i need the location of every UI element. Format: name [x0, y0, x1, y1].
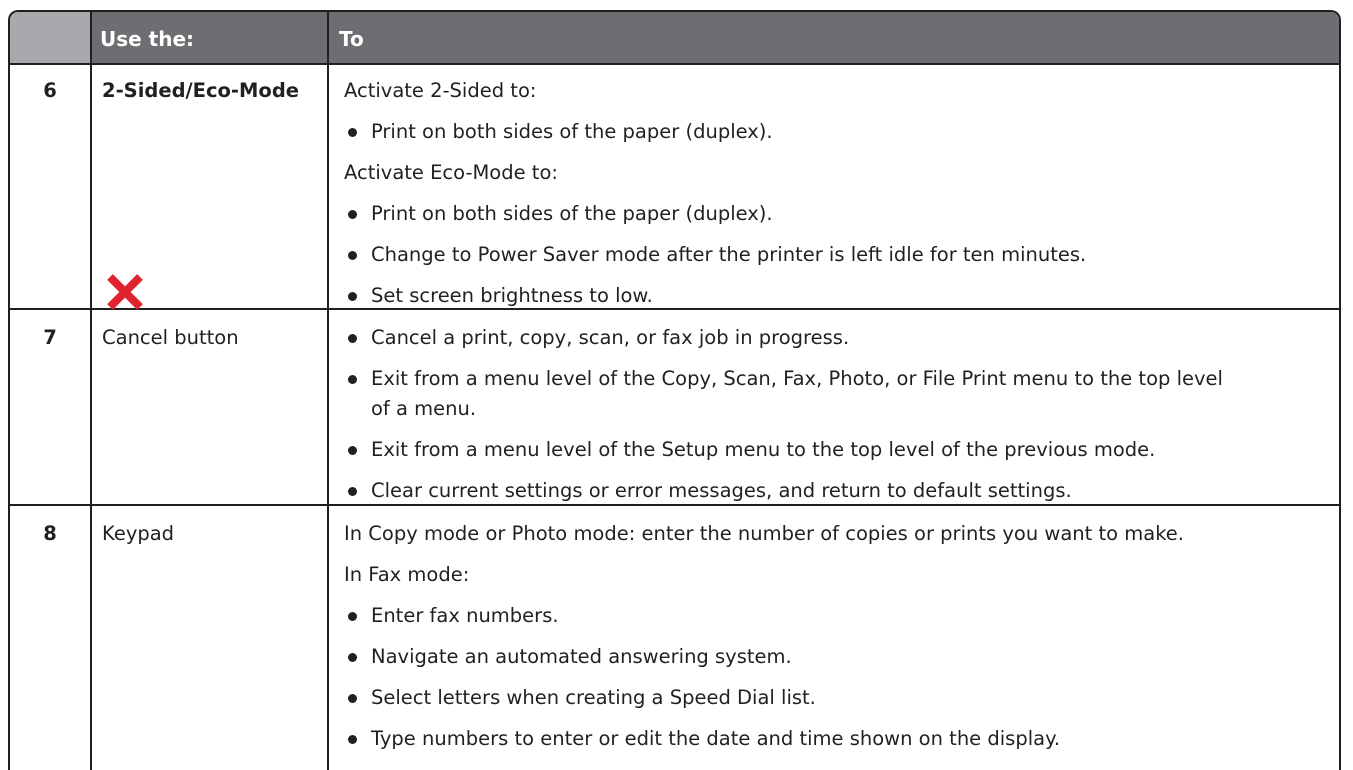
bullet-icon — [348, 375, 357, 384]
row-number-6: 6 — [43, 79, 57, 102]
cancel-x-icon — [107, 274, 143, 310]
row-text: Activate 2-Sided to: — [344, 79, 537, 102]
header-cell-use-the: Use the: — [100, 27, 195, 51]
header-cell-number — [10, 12, 90, 63]
bullet-icon — [348, 735, 357, 744]
bullet-icon — [348, 292, 357, 301]
row-number-8: 8 — [43, 522, 57, 545]
row-label-keypad: Keypad — [102, 522, 175, 545]
row-label-cancel-button: Cancel button — [102, 326, 239, 349]
bullet-icon — [348, 334, 357, 343]
row-divider — [10, 504, 1339, 506]
row-text: Activate Eco-Mode to: — [344, 161, 558, 184]
row-label-2-sided-eco-mode: 2-Sided/Eco-Mode — [102, 79, 300, 102]
row-text: In Fax mode: — [344, 563, 470, 586]
bullet-icon — [348, 446, 357, 455]
bullet-icon — [348, 694, 357, 703]
bullet-icon — [348, 128, 357, 137]
bullet-icon — [348, 487, 357, 496]
header-cell-to: To — [339, 27, 364, 51]
row-divider — [10, 308, 1339, 310]
row-text: In Copy mode or Photo mode: enter the nu… — [344, 522, 1184, 545]
bullet-icon — [348, 210, 357, 219]
column-divider — [90, 12, 92, 770]
column-divider — [327, 12, 329, 770]
row-number-7: 7 — [43, 326, 57, 349]
bullet-icon — [348, 612, 357, 621]
bullet-icon — [348, 653, 357, 662]
table-header: Use the: To — [10, 12, 1339, 65]
function-table: Use the: To 6 2-Sided/Eco-Mode Activate … — [8, 10, 1341, 770]
bullet-icon — [348, 251, 357, 260]
